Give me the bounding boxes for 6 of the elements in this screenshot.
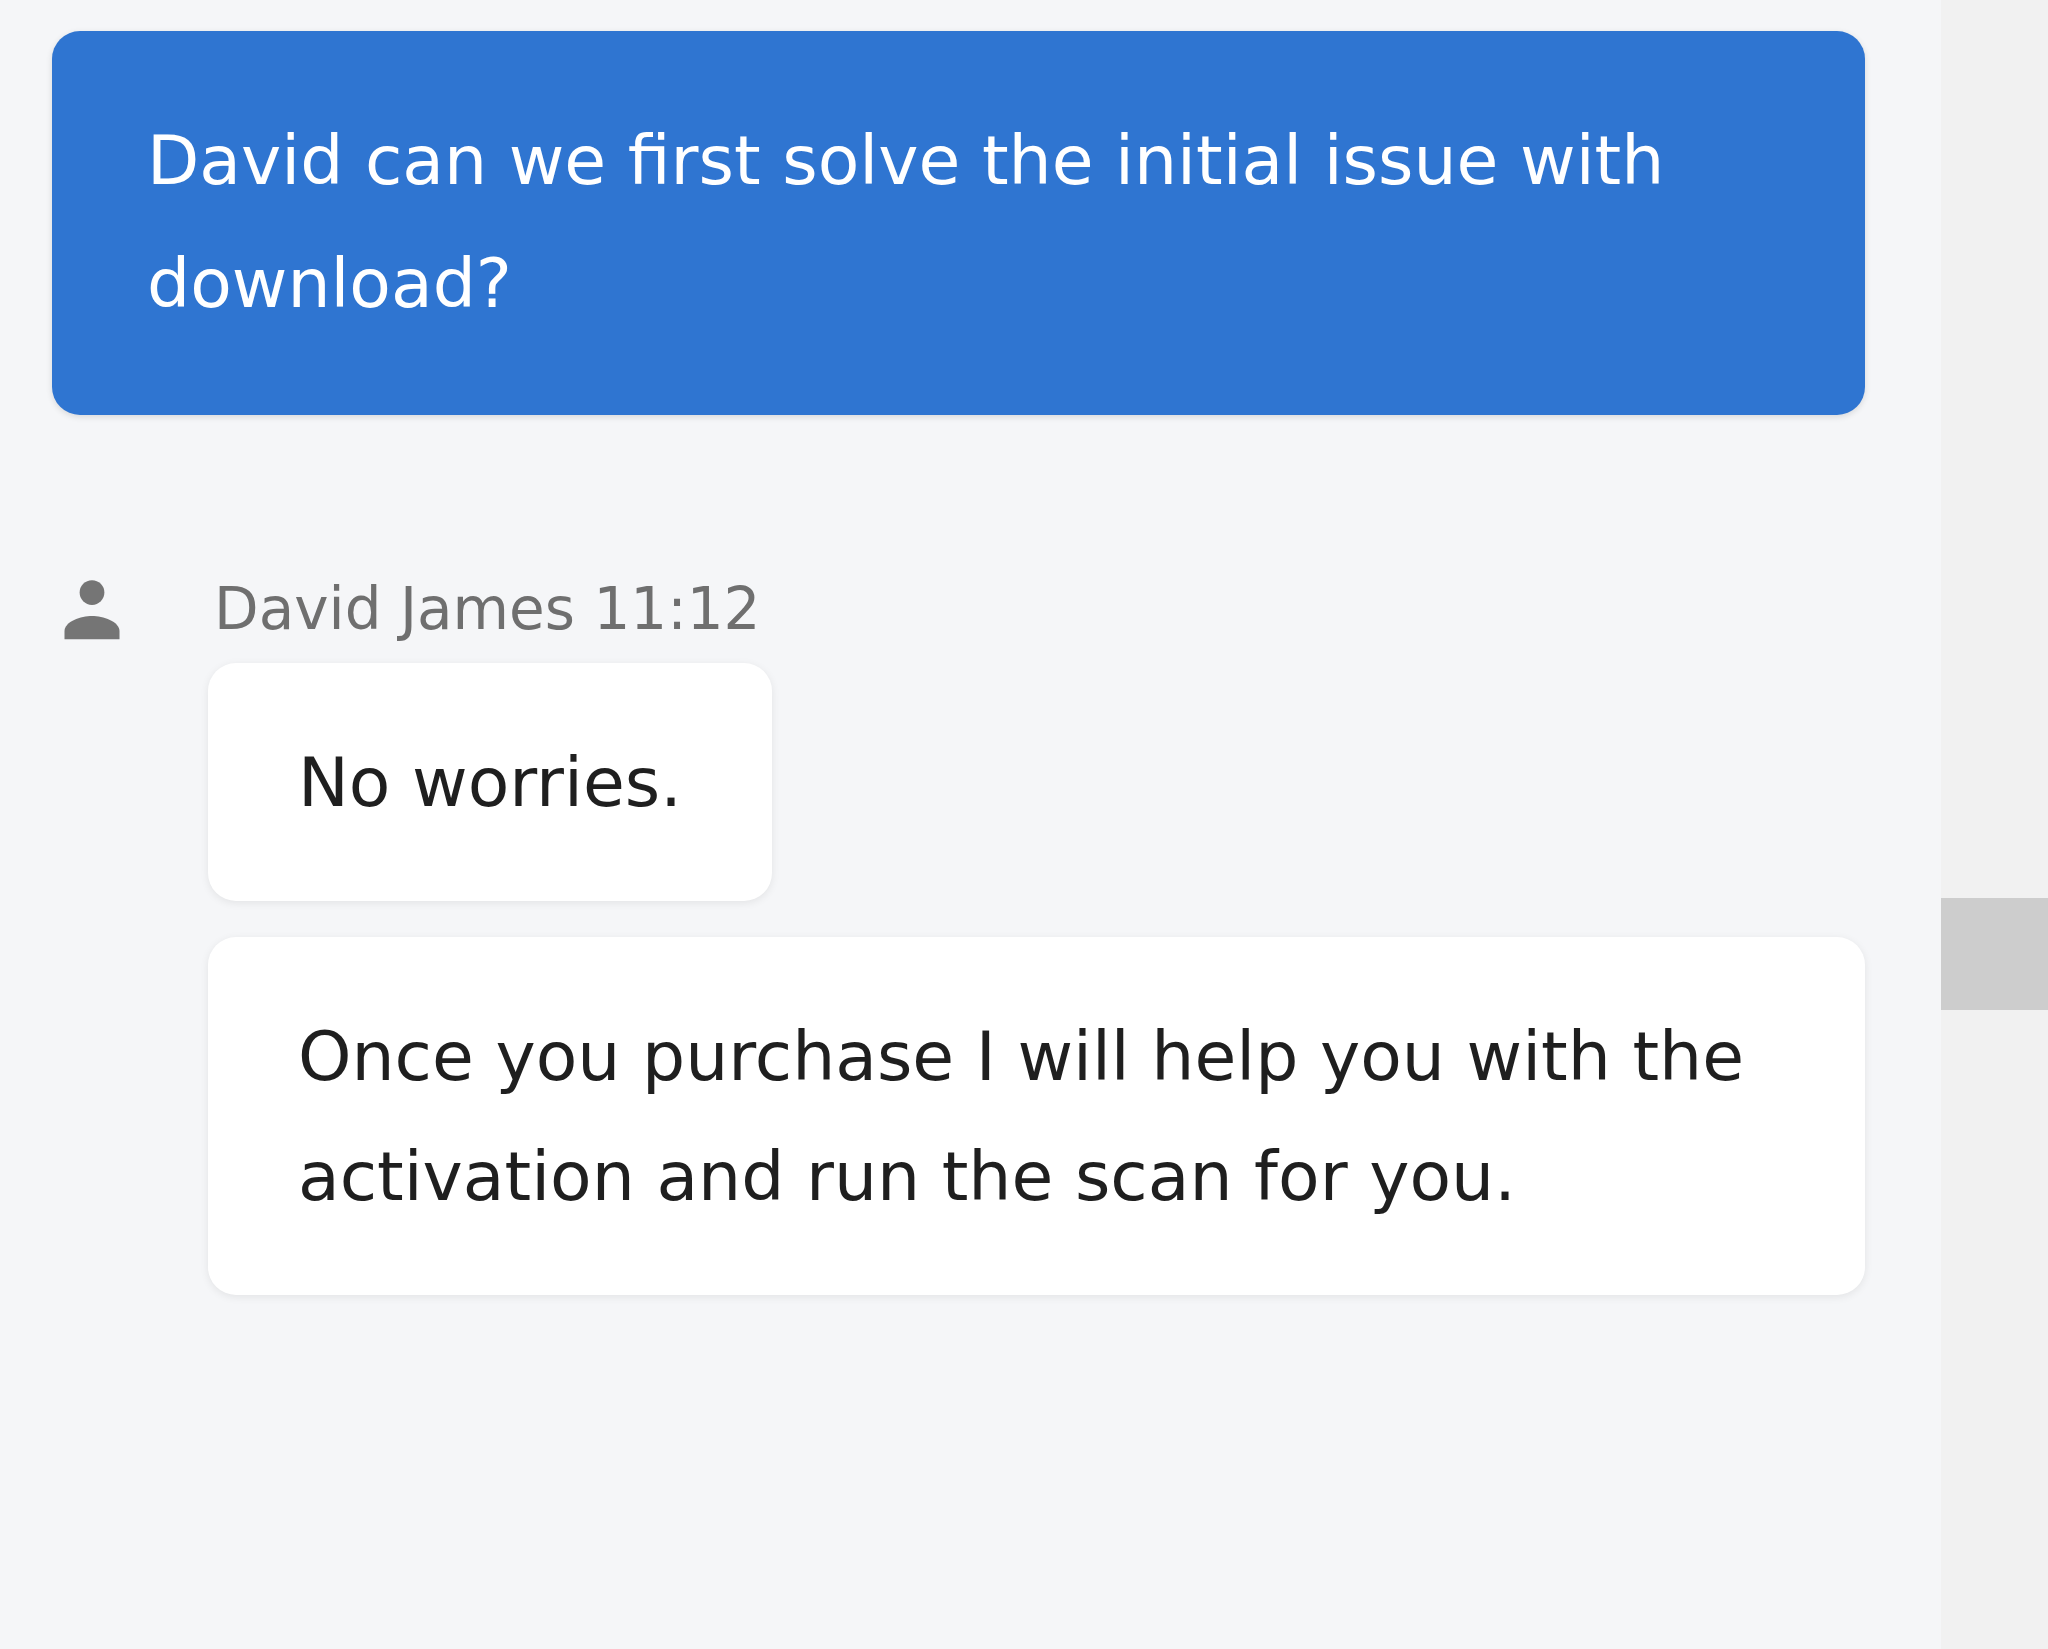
- sender-time: David James 11:12: [214, 575, 761, 643]
- scrollbar-track[interactable]: [1941, 0, 2048, 1649]
- message-bubble: No worries.: [208, 663, 772, 901]
- message-bubble: Once you purchase I will help you with the activation and run the scan for you.: [208, 937, 1865, 1295]
- scrollbar-thumb[interactable]: [1941, 898, 2048, 1010]
- message-bubble: David can we first solve the initial issue with download?: [52, 31, 1865, 415]
